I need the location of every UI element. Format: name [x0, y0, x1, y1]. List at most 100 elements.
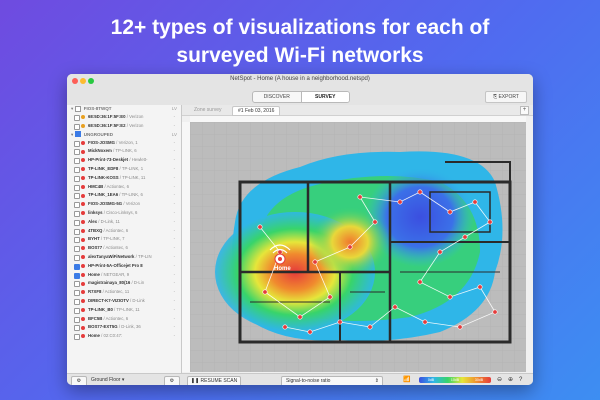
network-checkbox[interactable]	[74, 175, 80, 182]
network-label: FIOS-JOSMG / Verizon, 1	[88, 139, 138, 148]
network-row[interactable]: R7XF8 / Actiontec, 11 -	[67, 288, 181, 297]
network-row[interactable]: Home / NETGEAR, 9 -	[67, 271, 181, 280]
discover-tab[interactable]: DISCOVER	[253, 92, 301, 102]
signal-level: -	[173, 253, 175, 259]
legend-max: 30dB	[474, 378, 484, 382]
network-row[interactable]: FIOS-JOSMG / Verizon, 1 -	[67, 139, 181, 148]
group-checkbox[interactable]	[74, 131, 81, 138]
network-row[interactable]: HP-Print-5A-Officejet Pro 8 -	[67, 262, 181, 271]
network-row[interactable]: BFC5B / Actiontec, 6 -	[67, 315, 181, 324]
network-row[interactable]: Home / 02:C0:47: -	[67, 332, 181, 341]
network-ssid: magistrainaya_80(16	[88, 280, 131, 286]
network-row[interactable]: FIOS-JOSMG-5G / Verizon -	[67, 200, 181, 209]
network-vendor: / TP-LINK, 1	[118, 165, 144, 171]
network-row[interactable]: TP-LINK_B0 / TP-LINK, 11 -	[67, 306, 181, 315]
signal-dot-icon	[81, 307, 85, 312]
network-checkbox[interactable]	[74, 115, 80, 121]
group-checkbox[interactable]	[74, 105, 81, 112]
signal-dot-icon	[81, 140, 85, 145]
network-row[interactable]: MickNoxem / TP-LINK, 6 -	[67, 147, 181, 156]
network-row[interactable]: DIRECT-K7-VIZIOTV / D-Link -	[67, 297, 181, 306]
signal-level: -	[173, 236, 175, 242]
network-row[interactable]: 68:5D:36:1F:5F:E2 / Verizon -	[67, 122, 181, 131]
network-row[interactable]: TP-LINK_1EA6 / TP-LINK, 6 -	[67, 191, 181, 200]
zone-select[interactable]: Ground Floor ▾	[91, 376, 147, 385]
zone-settings-button[interactable]: ⚙	[164, 375, 180, 385]
network-checkbox[interactable]	[74, 254, 80, 261]
zoom-in-icon[interactable]: ⊕	[508, 376, 513, 385]
network-row[interactable]: Alex / D-Link, 11 -	[67, 218, 181, 227]
network-checkbox[interactable]	[74, 140, 80, 147]
network-checkbox[interactable]	[74, 263, 80, 270]
network-checkbox[interactable]	[74, 228, 80, 235]
network-row[interactable]: HP-Print-73-Deskjet / Hewlett- -	[67, 156, 181, 165]
network-label: FIOS-JOSMG-5G / Verizon	[88, 200, 140, 209]
network-vendor: / Verizon	[122, 201, 141, 207]
network-checkbox[interactable]	[74, 123, 80, 130]
network-vendor: / D-Lin	[130, 280, 145, 286]
network-row[interactable]: TP-LINK_EDF8 / TP-LINK, 1 -	[67, 165, 181, 174]
signal-level: -	[173, 262, 175, 268]
visualization-select[interactable]: Signal-to-noise ratio ⇕	[281, 375, 383, 385]
network-label: 68:5D:36:1F:5F:E2 / Verizon	[88, 122, 143, 131]
disclosure-triangle-icon[interactable]: ▾	[71, 132, 73, 137]
window-title: NetSpot - Home (A house in a neighborhoo…	[230, 76, 370, 82]
network-row[interactable]: BOS77-EXT5G / D-Link, 36 -	[67, 323, 181, 332]
signal-dot-icon	[81, 237, 85, 242]
signal-legend: 0dB 10dB 30dB	[419, 377, 491, 383]
network-checkbox[interactable]	[74, 316, 80, 323]
network-checkbox[interactable]	[74, 219, 80, 226]
export-button[interactable]: ⎘ EXPORT	[485, 91, 527, 103]
network-checkbox[interactable]	[74, 158, 80, 165]
network-checkbox[interactable]	[74, 166, 80, 173]
title-bar: NetSpot - Home (A house in a neighborhoo…	[67, 74, 533, 89]
network-row[interactable]: TP-LINK-KOSS / TP-LINK, 11 -	[67, 174, 181, 183]
network-ssid: alexTanyaWiFiNetwork	[88, 253, 135, 259]
signal-dot-icon	[81, 167, 85, 172]
network-row[interactable]: HMC4B / Actiontec, 6 -	[67, 183, 181, 192]
network-checkbox[interactable]	[74, 193, 80, 200]
signal-level: -	[173, 227, 175, 233]
network-checkbox[interactable]	[74, 237, 80, 244]
signal-level: -	[173, 333, 175, 339]
network-row[interactable]: linksys / Cisco-Linksys, 6 -	[67, 209, 181, 218]
network-label: HMC4B / Actiontec, 6	[88, 183, 129, 192]
survey-date-tab[interactable]: #1 Feb 03, 2016	[232, 106, 281, 116]
network-checkbox[interactable]	[74, 149, 80, 156]
survey-tab[interactable]: SURVEY	[300, 92, 349, 102]
add-tab-button[interactable]: +	[520, 106, 529, 115]
network-checkbox[interactable]	[74, 334, 80, 341]
disclosure-triangle-icon[interactable]: ▾	[71, 106, 73, 111]
network-checkbox[interactable]	[74, 184, 80, 191]
network-group-header[interactable]: ▾ UNGROUPED LV	[67, 131, 181, 139]
network-checkbox[interactable]	[74, 272, 80, 279]
network-row[interactable]: alexTanyaWiFiNetwork / TP-LIN -	[67, 253, 181, 262]
zone-options-button[interactable]: ⚙	[71, 375, 87, 385]
gear-icon: ⚙	[76, 377, 82, 384]
network-checkbox[interactable]	[74, 325, 80, 332]
network-checkbox[interactable]	[74, 290, 80, 297]
network-label: TP-LINK_1EA6 / TP-LINK, 6	[88, 191, 143, 200]
network-checkbox[interactable]	[74, 210, 80, 217]
signal-dot-icon	[81, 272, 85, 277]
network-row[interactable]: BYHT / TP-LINK, 7 -	[67, 235, 181, 244]
network-ssid: TP-LINK_B0	[88, 306, 113, 312]
help-icon[interactable]: ?	[519, 376, 522, 385]
zoom-icon[interactable]: ⊖	[497, 376, 502, 385]
network-label: DIRECT-K7-VIZIOTV / D-Link	[88, 297, 145, 306]
network-checkbox[interactable]	[74, 202, 80, 209]
network-row[interactable]: magistrainaya_80(16 / D-Lin -	[67, 279, 181, 288]
signal-level: -	[173, 114, 175, 119]
resume-scan-button[interactable]: ❚❚ RESUME SCAN	[187, 375, 241, 385]
network-checkbox[interactable]	[74, 246, 80, 253]
network-group-header[interactable]: ▾ FIOS-8TWQT LV	[67, 105, 181, 113]
network-row[interactable]: BOS77 / Actiontec, 6 -	[67, 244, 181, 253]
network-row[interactable]: 4TBXQ / Actiontec, 6 -	[67, 227, 181, 236]
floor-plan-canvas[interactable]: Home	[190, 122, 526, 372]
network-checkbox[interactable]	[74, 298, 80, 305]
signal-level: -	[173, 157, 175, 163]
network-label: BOS77 / Actiontec, 6	[88, 244, 128, 253]
network-checkbox[interactable]	[74, 307, 80, 314]
network-row[interactable]: 68:5D:36:1F:5F:E0 / Verizon -	[67, 113, 181, 122]
network-checkbox[interactable]	[74, 281, 80, 288]
